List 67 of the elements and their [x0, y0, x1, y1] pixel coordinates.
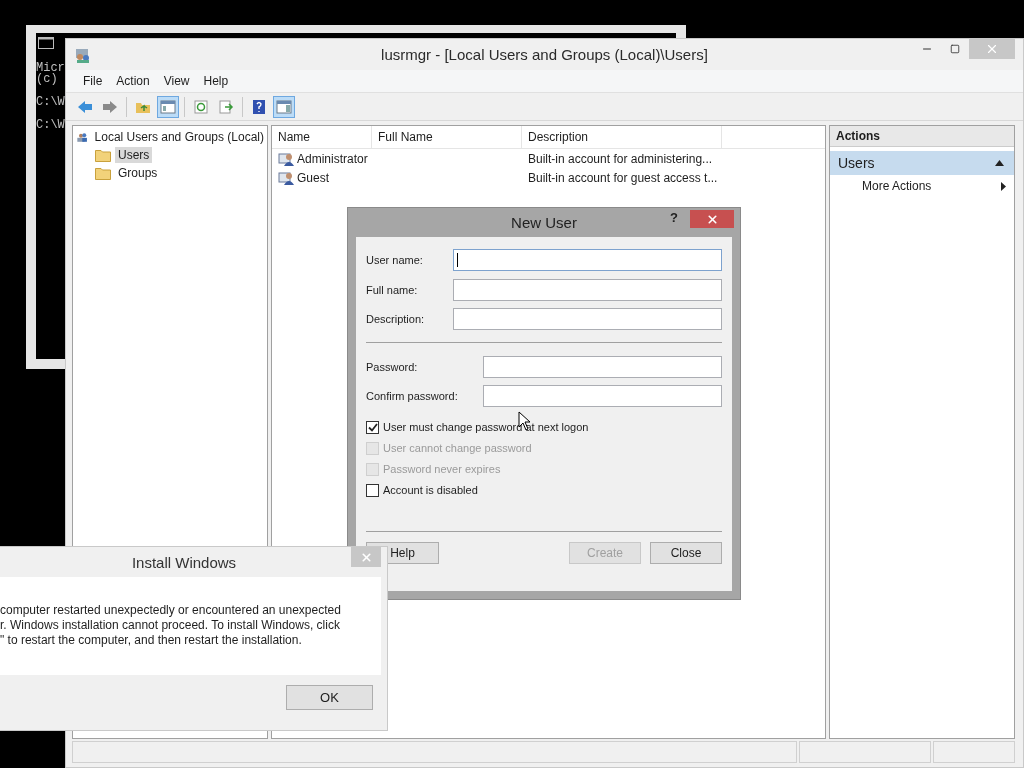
checkbox-label: Password never expires — [383, 463, 501, 475]
dialog-title: New User — [511, 214, 577, 231]
table-cell: Administrator — [297, 151, 368, 166]
password-field[interactable] — [483, 355, 722, 378]
table-cell: Built-in account for guest access t... — [528, 170, 718, 185]
console-text: Micr — [36, 63, 65, 74]
field-label: Password: — [366, 360, 419, 373]
checkbox[interactable] — [366, 420, 379, 434]
actions-section[interactable]: Users — [830, 151, 1014, 175]
close-button[interactable] — [690, 210, 734, 228]
error-message: r. Windows installation cannot proceed. To install Windows, click — [0, 618, 341, 633]
users-computer-icon — [74, 46, 92, 64]
maximize-icon — [950, 44, 960, 54]
help-book-icon — [252, 98, 266, 115]
field-label: User name: — [366, 254, 424, 266]
tree-item[interactable]: Users — [115, 147, 153, 163]
close-icon — [705, 212, 719, 226]
refresh-icon — [193, 99, 209, 114]
collapse-icon — [995, 160, 1004, 166]
console-text: C:\W — [36, 120, 65, 131]
help-button[interactable]: ? — [670, 210, 678, 225]
close-icon — [359, 550, 373, 564]
window-title: lusrmgr - [Local Users and Groups (Local)\Users] — [381, 46, 708, 63]
dialog-title: Install Windows — [131, 553, 237, 571]
tree-item[interactable]: Local Users and Groups (Local) — [91, 129, 267, 145]
field-label: Description: — [366, 313, 426, 325]
toolbar-button[interactable] — [273, 95, 295, 118]
menu-item[interactable]: Help — [196, 74, 236, 88]
console-tree-icon — [160, 99, 176, 114]
submenu-arrow-icon — [1001, 181, 1006, 191]
close-button[interactable] — [351, 547, 381, 567]
field-label: Full name: — [366, 283, 419, 296]
actions-header: Actions — [830, 126, 1014, 147]
checkbox[interactable] — [366, 483, 379, 497]
input-field[interactable] — [453, 249, 722, 271]
column-header[interactable]: Full Name — [372, 126, 522, 148]
table-cell: Guest — [297, 170, 329, 185]
folder-icon — [95, 148, 111, 162]
dialog-button[interactable]: Close — [650, 541, 722, 564]
column-header[interactable]: Name — [272, 126, 372, 148]
console-text: C:\W — [36, 97, 65, 108]
error-message: " to restart the computer, and then restart the installation. — [0, 633, 303, 648]
table-cell: Built-in account for administering... — [528, 151, 713, 166]
forward-arrow-icon — [102, 99, 118, 114]
action-pane-icon — [276, 99, 292, 114]
menu-item[interactable]: Action — [109, 74, 157, 88]
password-field[interactable] — [483, 385, 722, 407]
tree-item[interactable]: Groups — [115, 165, 161, 181]
menu-item[interactable]: File — [76, 74, 110, 88]
menu-item[interactable]: View — [156, 74, 197, 88]
user-icon — [278, 170, 294, 185]
user-icon — [278, 151, 294, 166]
close-icon — [985, 42, 999, 56]
input-field[interactable] — [453, 278, 722, 301]
folder-icon — [95, 166, 111, 180]
toolbar-button[interactable] — [157, 95, 179, 118]
back-arrow-icon — [77, 99, 93, 114]
field-label: Confirm password: — [366, 390, 459, 402]
action-item[interactable]: More Actions — [830, 175, 1014, 197]
error-message: computer restarted unexpectedly or encountered an unexpected — [0, 603, 342, 618]
column-header[interactable]: Description — [522, 126, 722, 148]
ok-button[interactable]: OK — [286, 685, 373, 710]
checkbox-label: User cannot change password — [383, 442, 532, 454]
input-field[interactable] — [453, 308, 722, 330]
export-list-icon — [218, 99, 234, 114]
checkbox-label: Account is disabled — [383, 484, 478, 496]
console-text: (c) — [36, 74, 58, 85]
